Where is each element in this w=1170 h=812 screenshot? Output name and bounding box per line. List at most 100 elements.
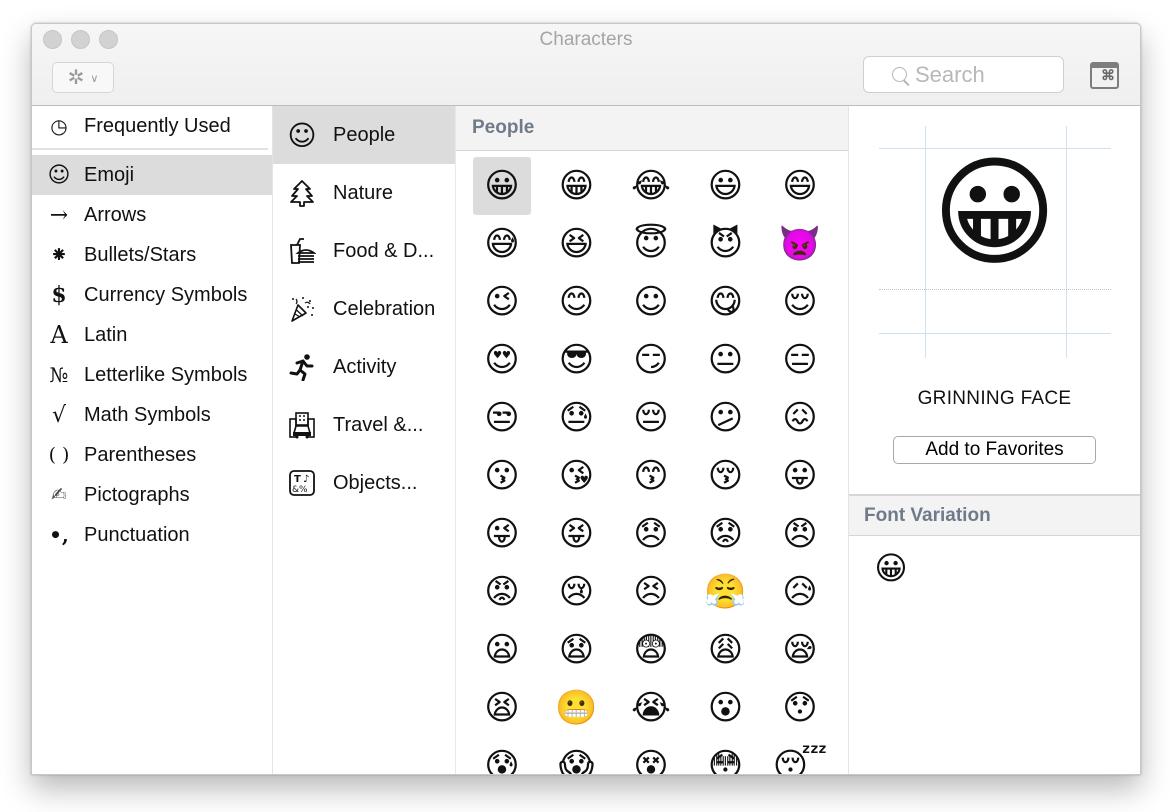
emoji-cell[interactable]: 😡	[473, 563, 531, 621]
smiley-icon: ☺	[287, 118, 317, 152]
sidebar-item-label: Parentheses	[84, 443, 197, 466]
subcategory-activity[interactable]: Activity	[273, 338, 455, 396]
emoji-cell[interactable]: 😇	[622, 215, 680, 273]
emoji-cell[interactable]: 😊	[548, 273, 606, 331]
emoji-cell[interactable]: 😀	[473, 157, 531, 215]
emoji-cell[interactable]: 😙	[622, 447, 680, 505]
emoji-cell[interactable]: 😠	[771, 505, 829, 563]
emoji-cell[interactable]: 😖	[771, 389, 829, 447]
emoji-cell[interactable]: 😳	[697, 737, 755, 774]
emoji-cell[interactable]: 😛	[771, 447, 829, 505]
emoji-cell[interactable]: 😒	[473, 389, 531, 447]
emoji-cell[interactable]: 😌	[771, 273, 829, 331]
subcategory-label: Food & D...	[333, 239, 435, 262]
preview-glyph: 😀	[931, 144, 1058, 283]
tree-icon	[287, 178, 317, 208]
svg-text:♪: ♪	[303, 474, 309, 485]
keyboard-viewer-button[interactable]: ⌘	[1090, 62, 1119, 89]
emoji-cell[interactable]: 😟	[697, 505, 755, 563]
emoji-cell[interactable]: 😘	[548, 447, 606, 505]
emoji-cell[interactable]: 😭	[622, 679, 680, 737]
party-popper-icon	[287, 294, 317, 324]
emoji-cell[interactable]: 😦	[473, 621, 531, 679]
sidebar-item-latin[interactable]: A Latin	[32, 315, 272, 355]
sidebar-item-emoji[interactable]: ☺ Emoji	[32, 155, 272, 195]
font-variation-item[interactable]: 😀	[871, 548, 911, 588]
action-menu-button[interactable]: ✲ ∨	[52, 62, 114, 93]
emoji-cell[interactable]: 😝	[548, 505, 606, 563]
font-variation-header: Font Variation	[849, 494, 1140, 536]
emoji-cell[interactable]: 😰	[473, 737, 531, 774]
emoji-cell[interactable]: 😯	[771, 679, 829, 737]
emoji-cell[interactable]: 😵	[622, 737, 680, 774]
emoji-cell[interactable]: 😅	[473, 215, 531, 273]
emoji-cell[interactable]: 😨	[622, 621, 680, 679]
emoji-cell[interactable]: 😃	[697, 157, 755, 215]
sidebar-divider	[32, 148, 268, 150]
emoji-cell[interactable]: 😥	[771, 563, 829, 621]
subcategory-objects-symbols[interactable]: T ♪ &% Objects...	[273, 454, 455, 512]
subcategory-food-drink[interactable]: Food & D...	[273, 222, 455, 280]
emoji-cell[interactable]: 😴	[771, 737, 829, 774]
sidebar-item-parentheses[interactable]: ( ) Parentheses	[32, 435, 272, 475]
emoji-cell[interactable]: 😔	[622, 389, 680, 447]
sidebar-item-pictographs[interactable]: ✍ Pictographs	[32, 475, 272, 515]
sidebar-item-label: Math Symbols	[84, 403, 211, 426]
subcategory-celebration[interactable]: Celebration	[273, 280, 455, 338]
emoji-cell[interactable]: 😈	[697, 215, 755, 273]
emoji-cell[interactable]: 😢	[548, 563, 606, 621]
emoji-cell[interactable]: 😋	[697, 273, 755, 331]
emoji-cell[interactable]: 😧	[548, 621, 606, 679]
sidebar-item-punctuation[interactable]: •, Punctuation	[32, 515, 272, 555]
sidebar-item-frequently-used[interactable]: ◷ Frequently Used	[32, 106, 272, 146]
sidebar-item-currency-symbols[interactable]: $ Currency Symbols	[32, 275, 272, 315]
emoji-cell[interactable]: 😮	[697, 679, 755, 737]
title-bar: Characters ✲ ∨ ⌘	[32, 24, 1140, 106]
sidebar-item-arrows[interactable]: → Arrows	[32, 195, 272, 235]
runner-icon	[287, 352, 317, 382]
search-input[interactable]	[915, 61, 1055, 88]
emoji-cell[interactable]: 😎	[548, 331, 606, 389]
asterisk-icon: ⁕	[49, 242, 69, 268]
emoji-cell[interactable]: 👿	[771, 215, 829, 273]
emoji-cell[interactable]: 😐	[697, 331, 755, 389]
guide-line	[879, 333, 1111, 334]
emoji-cell[interactable]: 😤	[697, 563, 755, 621]
search-field[interactable]	[863, 56, 1064, 93]
emoji-cell[interactable]: 😬	[548, 679, 606, 737]
food-icon	[287, 236, 317, 266]
subcategory-list: ☺ People Nature Food & D... Celebration	[273, 106, 456, 774]
emoji-cell[interactable]: 😚	[697, 447, 755, 505]
subcategory-label: Objects...	[333, 471, 418, 494]
emoji-cell[interactable]: 😱	[548, 737, 606, 774]
emoji-cell[interactable]: 😞	[622, 505, 680, 563]
emoji-cell[interactable]: 😫	[473, 679, 531, 737]
emoji-cell[interactable]: 😆	[548, 215, 606, 273]
emoji-cell[interactable]: 😑	[771, 331, 829, 389]
emoji-cell[interactable]: 😉	[473, 273, 531, 331]
sidebar-item-bullets-stars[interactable]: ⁕ Bullets/Stars	[32, 235, 272, 275]
subcategory-nature[interactable]: Nature	[273, 164, 455, 222]
emoji-cell[interactable]: 😏	[622, 331, 680, 389]
sidebar-item-label: Letterlike Symbols	[84, 363, 248, 386]
emoji-cell[interactable]: 😩	[697, 621, 755, 679]
emoji-cell[interactable]: 😁	[548, 157, 606, 215]
emoji-cell[interactable]: 😂	[622, 157, 680, 215]
numero-sign-icon: №	[49, 363, 69, 387]
add-to-favorites-button[interactable]: Add to Favorites	[893, 436, 1096, 464]
emoji-cell[interactable]: 😪	[771, 621, 829, 679]
emoji-cell[interactable]: 😜	[473, 505, 531, 563]
emoji-cell[interactable]: 😕	[697, 389, 755, 447]
emoji-cell[interactable]: 😓	[548, 389, 606, 447]
emoji-cell[interactable]: 😄	[771, 157, 829, 215]
latin-a-icon: A	[50, 321, 68, 349]
emoji-cell[interactable]: 😍	[473, 331, 531, 389]
emoji-grid: 😀 😁 😂 😃 😄 😅 😆 😇 😈 👿 😉 😊 ☺ 😋 😌 😍 😎 😏 😐 😑 😒 😓 😔 😕 😖 😗 😘 😙 😚 😛 😜 😝 😞 😟 😠 😡 😢 😣 😤 😥…	[456, 151, 848, 774]
subcategory-people[interactable]: ☺ People	[273, 106, 455, 164]
emoji-cell[interactable]: 😗	[473, 447, 531, 505]
emoji-cell[interactable]: ☺	[622, 273, 680, 331]
sidebar-item-math-symbols[interactable]: √ Math Symbols	[32, 395, 272, 435]
sidebar-item-letterlike-symbols[interactable]: № Letterlike Symbols	[32, 355, 272, 395]
emoji-cell[interactable]: 😣	[622, 563, 680, 621]
subcategory-travel-places[interactable]: Travel &...	[273, 396, 455, 454]
